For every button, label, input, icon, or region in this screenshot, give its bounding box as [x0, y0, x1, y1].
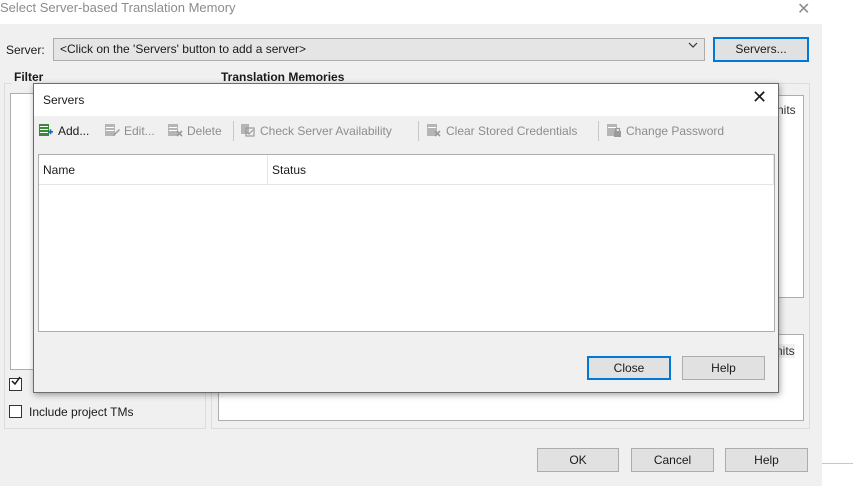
- servers-help-button[interactable]: Help: [682, 356, 765, 380]
- window-title: Select Server-based Translation Memory: [0, 0, 236, 15]
- toolbar-separator: [418, 121, 419, 141]
- divider: [822, 463, 853, 464]
- chevron-down-icon[interactable]: [688, 40, 698, 53]
- translation-memories-label: Translation Memories: [219, 70, 347, 84]
- toolbar-separator: [598, 121, 599, 141]
- column-header-name[interactable]: Name: [43, 155, 75, 185]
- ok-button[interactable]: OK: [537, 448, 619, 472]
- change-password-icon: [606, 122, 626, 141]
- delete-label: Delete: [187, 124, 222, 138]
- checkmark-icon: [10, 375, 22, 391]
- filter-group-label: Filter: [12, 70, 46, 84]
- column-divider[interactable]: [773, 155, 774, 185]
- servers-dialog-close-icon[interactable]: ✕: [752, 87, 767, 108]
- edit-icon: [104, 122, 124, 141]
- column-divider[interactable]: [267, 155, 268, 185]
- add-server-button[interactable]: Add...: [38, 118, 89, 144]
- column-header-status[interactable]: Status: [272, 155, 306, 185]
- clear-credentials-icon: [426, 122, 446, 141]
- close-button[interactable]: Close: [587, 356, 671, 380]
- check-availability-label: Check Server Availability: [260, 124, 392, 138]
- servers-dialog: Servers ✕ Add... Edit... Delete Check Se…: [33, 83, 779, 393]
- edit-server-button[interactable]: Edit...: [104, 118, 155, 144]
- server-label: Server:: [6, 43, 45, 57]
- column-header-peek: nits: [777, 103, 796, 117]
- servers-dialog-title: Servers: [43, 93, 85, 107]
- server-dropdown-value: <Click on the 'Servers' button to add a …: [60, 42, 307, 56]
- filter-checkbox[interactable]: [9, 375, 22, 391]
- servers-toolbar: Add... Edit... Delete Check Server Avail…: [34, 118, 778, 144]
- add-server-label: Add...: [58, 124, 90, 138]
- servers-button[interactable]: Servers...: [713, 37, 809, 62]
- cancel-button[interactable]: Cancel: [631, 448, 714, 472]
- change-password-button[interactable]: Change Password: [606, 118, 724, 144]
- include-project-tms-label: Include project TMs: [29, 405, 134, 419]
- change-password-label: Change Password: [626, 124, 725, 138]
- help-button[interactable]: Help: [725, 448, 808, 472]
- include-project-tms-checkbox[interactable]: [9, 405, 22, 418]
- edit-label: Edit...: [124, 124, 155, 138]
- server-dropdown[interactable]: <Click on the 'Servers' button to add a …: [53, 38, 705, 61]
- clear-stored-credentials-button[interactable]: Clear Stored Credentials: [426, 118, 577, 144]
- delete-server-button[interactable]: Delete: [167, 118, 222, 144]
- check-availability-icon: [240, 122, 260, 141]
- servers-list[interactable]: Name Status: [38, 154, 775, 332]
- servers-list-header: Name Status: [39, 155, 774, 185]
- add-server-icon: [38, 122, 58, 141]
- delete-icon: [167, 122, 187, 141]
- clear-credentials-label: Clear Stored Credentials: [446, 124, 578, 138]
- check-server-availability-button[interactable]: Check Server Availability: [240, 118, 392, 144]
- window-close-icon[interactable]: ✕: [797, 0, 810, 19]
- toolbar-separator: [233, 121, 234, 141]
- window-title-bar: Select Server-based Translation Memory ✕: [0, 0, 822, 24]
- servers-dialog-title-bar: Servers ✕: [34, 84, 778, 116]
